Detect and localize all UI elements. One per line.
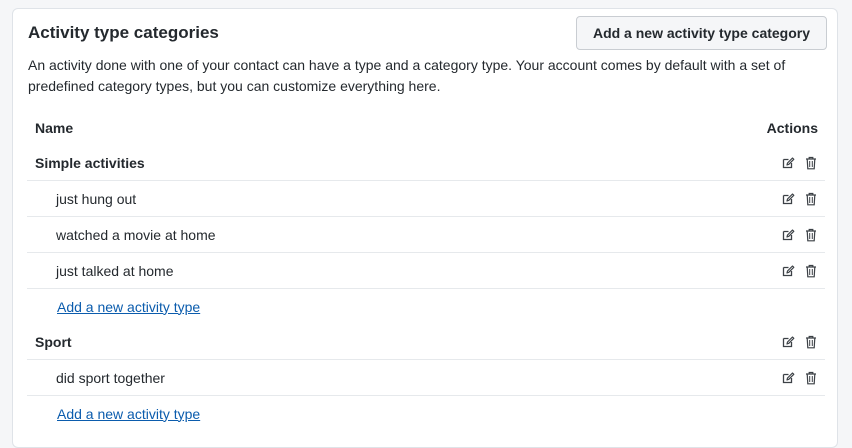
trash-icon[interactable] <box>803 191 818 206</box>
trash-icon[interactable] <box>803 335 818 350</box>
add-activity-type-row: Add a new activity type <box>27 395 825 431</box>
category-row: Sport <box>27 324 825 360</box>
edit-icon[interactable] <box>780 263 795 278</box>
row-actions <box>780 253 818 288</box>
trash-icon[interactable] <box>803 263 818 278</box>
row-actions <box>780 324 818 360</box>
trash-icon[interactable] <box>803 156 818 171</box>
activity-type-row: did sport together <box>27 359 825 395</box>
edit-icon[interactable] <box>780 335 795 350</box>
category-row: Simple activities <box>27 145 825 181</box>
edit-icon[interactable] <box>780 156 795 171</box>
card-title: Activity type categories <box>28 23 219 42</box>
activity-type-name: just talked at home <box>56 262 174 279</box>
edit-icon[interactable] <box>780 191 795 206</box>
activity-type-categories-card: Activity type categories Add a new activ… <box>12 8 838 448</box>
activity-type-row: watched a movie at home <box>27 216 825 252</box>
activity-type-name: did sport together <box>56 369 165 386</box>
edit-icon[interactable] <box>780 370 795 385</box>
add-activity-type-row: Add a new activity type <box>27 288 825 324</box>
add-activity-type-link[interactable]: Add a new activity type <box>57 406 200 422</box>
card-description: An activity done with one of your contac… <box>28 57 786 94</box>
activity-type-name: just hung out <box>56 190 137 207</box>
category-name: Sport <box>35 334 72 350</box>
activity-type-name: watched a movie at home <box>56 226 216 243</box>
category-name: Simple activities <box>35 155 145 171</box>
add-activity-type-row-label: Add a new activity type <box>57 289 200 324</box>
trash-icon[interactable] <box>803 227 818 242</box>
add-activity-type-link[interactable]: Add a new activity type <box>57 299 200 315</box>
edit-icon[interactable] <box>780 227 795 242</box>
column-header-name: Name <box>35 120 74 136</box>
row-actions <box>780 360 818 395</box>
column-header-actions: Actions <box>766 120 818 136</box>
row-actions <box>780 145 818 181</box>
row-actions <box>780 181 818 216</box>
activity-type-row: just talked at home <box>27 252 825 288</box>
add-activity-type-row-label: Add a new activity type <box>57 396 200 431</box>
add-activity-type-category-button[interactable]: Add a new activity type category <box>576 16 827 50</box>
row-actions <box>780 217 818 252</box>
activity-type-row: just hung out <box>27 180 825 216</box>
trash-icon[interactable] <box>803 370 818 385</box>
